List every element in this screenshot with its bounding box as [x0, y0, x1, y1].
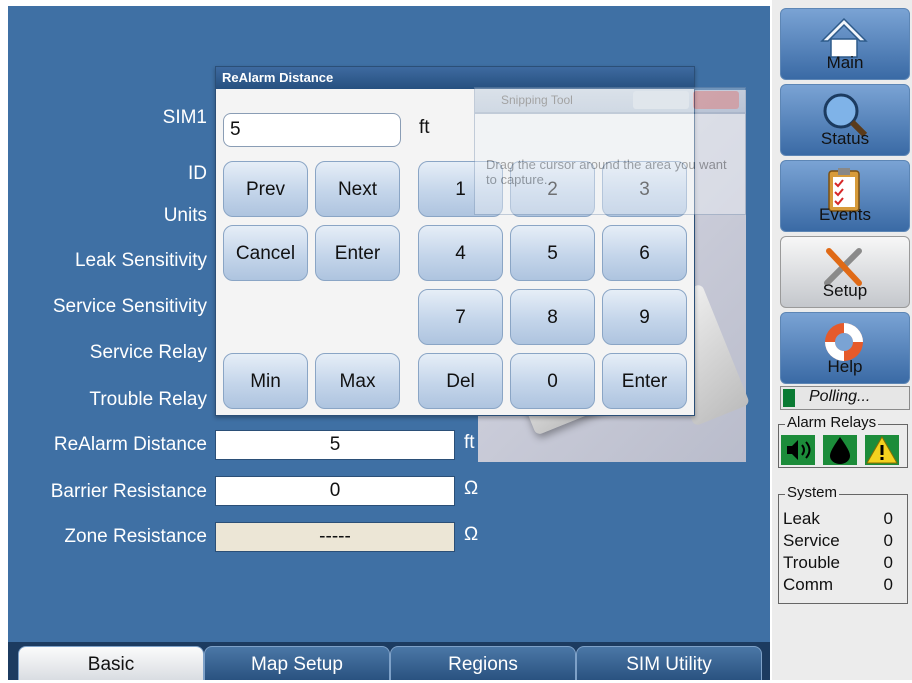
cancel-button[interactable]: Cancel	[223, 225, 308, 281]
polling-text: Polling...	[809, 388, 871, 405]
field-label-leak-sensitivity: Leak Sensitivity	[74, 250, 207, 271]
speaker-icon	[781, 435, 815, 465]
system-label-trouble: Trouble	[783, 553, 841, 572]
nav-status-button[interactable]: Status	[780, 84, 910, 156]
digit-4-button[interactable]: 4	[418, 225, 503, 281]
digit-9-button[interactable]: 9	[602, 289, 687, 345]
nav-setup-button[interactable]: Setup	[780, 236, 910, 308]
digit-7-button[interactable]: 7	[418, 289, 503, 345]
system-value-comm: 0	[883, 575, 893, 594]
nav-status-label: Status	[820, 129, 870, 148]
barrier-resistance-field[interactable]: 0	[215, 476, 455, 506]
zone-resistance-unit: Ω	[464, 524, 479, 545]
tab-sim-utility[interactable]: SIM Utility	[576, 646, 762, 680]
sim-label: SIM1	[162, 107, 207, 128]
max-button[interactable]: Max	[315, 353, 400, 409]
system-label-comm: Comm	[783, 575, 834, 594]
field-label-barrier-resistance: Barrier Resistance	[50, 481, 207, 502]
dialog-value-input[interactable]: 5	[223, 113, 401, 147]
next-button[interactable]: Next	[315, 161, 400, 217]
nav-setup-label: Setup	[822, 281, 868, 300]
nav-main-label: Main	[826, 53, 864, 72]
prev-button[interactable]: Prev	[223, 161, 308, 217]
system-group: System Leak 0 Service 0 Trouble 0 Comm 0	[778, 484, 908, 604]
field-label-id: ID	[188, 163, 207, 184]
digit-6-button[interactable]: 6	[602, 225, 687, 281]
snipping-tool-hint: Drag the cursor around the area you want…	[486, 157, 727, 187]
system-row-service: Service 0	[783, 531, 895, 551]
nav-main-button[interactable]: Main	[780, 8, 910, 80]
polling-led	[783, 389, 795, 407]
system-row-comm: Comm 0	[783, 575, 895, 595]
barrier-resistance-unit: Ω	[464, 478, 479, 499]
dialog-title: ReAlarm Distance	[216, 67, 694, 89]
digit-5-button[interactable]: 5	[510, 225, 595, 281]
system-row-trouble: Trouble 0	[783, 553, 895, 573]
digit-8-button[interactable]: 8	[510, 289, 595, 345]
zone-resistance-field: -----	[215, 522, 455, 552]
system-label-service: Service	[783, 531, 840, 550]
tab-map-setup[interactable]: Map Setup	[204, 646, 390, 680]
enter-button-left[interactable]: Enter	[315, 225, 400, 281]
field-label-service-relay: Service Relay	[89, 342, 207, 363]
min-button[interactable]: Min	[223, 353, 308, 409]
nav-help-button[interactable]: Help	[780, 312, 910, 384]
system-row-leak: Leak 0	[783, 509, 895, 529]
drop-icon	[823, 435, 857, 465]
digit-0-button[interactable]: 0	[510, 353, 595, 409]
close-icon[interactable]	[693, 91, 739, 109]
dialog-unit: ft	[419, 117, 430, 138]
realarm-distance-unit: ft	[464, 432, 475, 453]
tab-regions[interactable]: Regions	[390, 646, 576, 680]
field-label-units: Units	[163, 205, 207, 226]
enter-button-right[interactable]: Enter	[602, 353, 687, 409]
field-label-service-sensitivity: Service Sensitivity	[52, 296, 207, 317]
realarm-distance-field[interactable]: 5	[215, 430, 455, 460]
tab-basic[interactable]: Basic	[18, 646, 204, 680]
screen: SIM1 ID Units Leak Sensitivity Service S…	[0, 0, 912, 680]
field-label-zone-resistance: Zone Resistance	[64, 526, 207, 547]
alarm-relays-title: Alarm Relays	[785, 414, 879, 431]
alarm-relays-group: Alarm Relays	[778, 414, 908, 468]
system-value-service: 0	[883, 531, 893, 550]
delete-button[interactable]: Del	[418, 353, 503, 409]
snipping-tool-title: Snipping Tool	[501, 93, 573, 107]
field-label-trouble-relay: Trouble Relay	[89, 389, 207, 410]
snipping-tool-window[interactable]: Snipping Tool Drag the cursor around the…	[474, 87, 746, 215]
nav-events-label: Events	[819, 205, 871, 224]
system-value-leak: 0	[883, 509, 893, 528]
snipping-tool-titlebar[interactable]: Snipping Tool	[474, 87, 746, 113]
system-value-trouble: 0	[883, 553, 893, 572]
field-label-realarm-distance: ReAlarm Distance	[53, 434, 207, 455]
system-label-leak: Leak	[783, 509, 820, 528]
system-title: System	[785, 484, 840, 501]
nav-help-label: Help	[827, 357, 863, 376]
window-minmax-buttons[interactable]	[633, 91, 689, 109]
nav-events-button[interactable]: Events	[780, 160, 910, 232]
polling-indicator: Polling...	[780, 386, 910, 410]
warning-icon	[865, 435, 899, 465]
